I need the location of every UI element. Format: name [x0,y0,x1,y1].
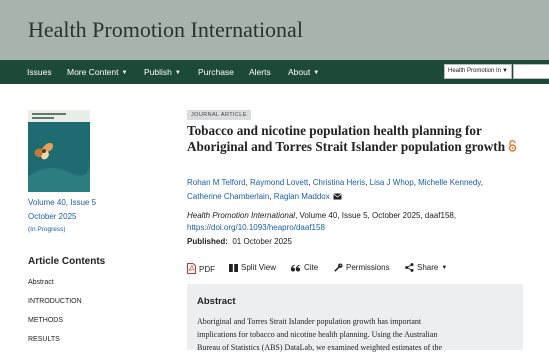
published-label: Published: [187,237,228,246]
citation: Health Promotion International, Volume 4… [187,210,527,234]
chevron-down-icon: ▼ [313,70,320,76]
permissions-label: Permissions [346,263,390,272]
quote-icon [290,264,300,272]
pdf-label: PDF [199,265,215,274]
split-view-label: Split View [241,263,276,272]
chevron-down-icon: ▼ [174,70,181,76]
nav-about[interactable]: About ▼ [288,60,319,84]
issue-status[interactable]: (In Progress) [28,226,66,233]
author-link[interactable]: Catherine Chamberlain [187,192,269,201]
citation-journal: Health Promotion International [187,211,296,220]
toc-item-results[interactable]: RESULTS [28,336,60,343]
cover-artwork [28,122,90,192]
article-type-badge: JOURNAL ARTICLE [187,110,251,120]
chevron-down-icon: ▼ [441,265,448,271]
pdf-icon [187,263,196,274]
nav-purchase[interactable]: Purchase [198,60,234,84]
abstract-line: Bureau of Statistics (ABS) DataLab, we e… [197,343,443,352]
nav-issues[interactable]: Issues [27,60,52,84]
cite-label: Cite [304,263,319,272]
split-view-icon [229,264,238,272]
volume-link[interactable]: Volume 40, Issue 5 [28,198,96,207]
toc-item-methods[interactable]: METHODS [28,317,63,324]
search-input[interactable] [513,64,549,79]
search-scope-label: Health Promotion In [448,68,502,74]
journal-cover-image[interactable] [28,110,90,192]
pdf-button[interactable]: PDF [187,263,215,274]
doi-link[interactable]: https://doi.org/10.1093/heapro/daaf158 [187,223,325,232]
toc-item-abstract[interactable]: Abstract [28,279,54,286]
author-link[interactable]: Michelle Kennedy [418,178,481,187]
envelope-icon[interactable] [333,192,342,200]
article-title: Tobacco and nicotine population health p… [187,123,522,155]
share-icon [405,263,414,272]
nav-more-content-label: More Content [67,67,119,77]
key-icon [334,263,343,272]
nav-alerts[interactable]: Alerts [249,60,271,84]
open-access-icon [508,140,517,152]
nav-about-label: About [288,67,311,77]
abstract-heading: Abstract [197,296,236,307]
published-date: Published: 01 October 2025 [187,237,292,246]
abstract-line: implications for tobacco and nicotine he… [197,330,438,339]
citation-details: , Volume 40, Issue 5, October 2025, daaf… [295,211,457,220]
author-link[interactable]: Lisa J Whop [370,178,414,187]
author-link[interactable]: Christina Heris [313,178,365,187]
search-scope-select[interactable]: Health Promotion In ▼ [444,64,512,79]
share-label: Share [417,263,439,272]
nav-publish-label: Publish [144,67,172,77]
author-link[interactable]: Rohan M Telford [187,178,246,187]
cite-button[interactable]: Cite [290,263,319,272]
author-list: Rohan M Telford, Raymond Lovett, Christi… [187,178,483,201]
toc-item-introduction[interactable]: INTRODUCTION [28,298,82,305]
chevron-down-icon: ▼ [121,70,128,76]
abstract-line: Aboriginal and Torres Strait Islander po… [197,317,422,326]
author-link[interactable]: Raymond Lovett [250,178,308,187]
nav-more-content[interactable]: More Content ▼ [67,60,127,84]
permissions-button[interactable]: Permissions [334,263,390,272]
article-contents-heading: Article Contents [28,256,106,267]
issue-date-link[interactable]: October 2025 [28,212,76,221]
author-link[interactable]: Raglan Maddox [274,192,330,201]
article-title-text: Tobacco and nicotine population health p… [187,123,506,154]
published-date-value: 01 October 2025 [232,237,292,246]
share-button[interactable]: Share ▼ [405,263,447,272]
nav-publish[interactable]: Publish ▼ [144,60,181,84]
journal-title[interactable]: Health Promotion International [28,17,303,43]
split-view-button[interactable]: Split View [229,263,276,272]
abstract-text: Aboriginal and Torres Strait Islander po… [197,315,515,354]
chevron-down-icon: ▼ [502,68,508,74]
